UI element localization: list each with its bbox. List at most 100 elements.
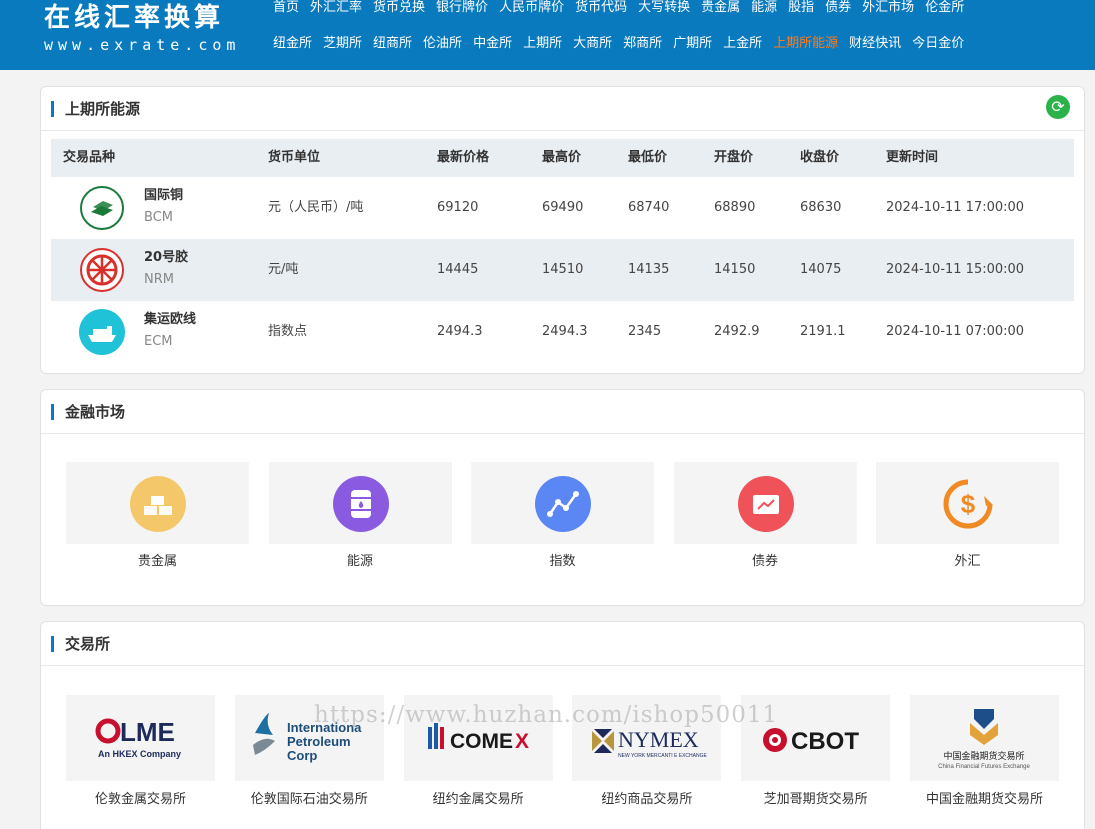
exchange-label[interactable]: 纽约金属交易所 (404, 788, 553, 807)
panel-header: 金融市场 (41, 390, 1084, 434)
nav-link[interactable]: 今日金价 (912, 36, 964, 52)
product-name[interactable]: 20号胶 (144, 249, 188, 267)
nav-link[interactable]: 外汇汇率 (310, 0, 362, 16)
column-header: 收盘价 (800, 150, 840, 165)
finance-market-panel: 金融市场 贵金属 能源 指数 债券 $ 外汇 (40, 389, 1085, 606)
market-tile-label[interactable]: 能源 (269, 550, 452, 569)
nav-link[interactable]: 上期所 (523, 36, 562, 52)
title-accent-bar (51, 101, 54, 117)
nav-link[interactable]: 能源 (751, 0, 777, 16)
currency-unit: 元/吨 (268, 262, 299, 277)
exchange-label[interactable]: 伦敦国际石油交易所 (235, 788, 384, 807)
product-code: NRM (144, 272, 174, 287)
nav-link[interactable]: 郑商所 (623, 36, 662, 52)
copper-bars-icon (79, 185, 125, 231)
exchange-tile[interactable]: 中国金融期货交易所 China Financial Futures Exchang… (910, 695, 1059, 781)
logo-url: www.exrate.com (44, 36, 241, 54)
svg-text:NEW YORK MERCANTI E EXCHANGE: NEW YORK MERCANTI E EXCHANGE (618, 753, 707, 759)
close-price: 14075 (800, 262, 842, 277)
exchange-label[interactable]: 伦敦金属交易所 (66, 788, 215, 807)
market-tile-label[interactable]: 外汇 (876, 550, 1059, 569)
table-header: 交易品种 货币单位 最新价格 最高价 最低价 开盘价 收盘价 更新时间 (51, 139, 1074, 177)
svg-text:中国金融期货交易所: 中国金融期货交易所 (943, 750, 1024, 762)
column-header: 货币单位 (268, 150, 321, 165)
refresh-icon[interactable]: ⟳ (1046, 95, 1070, 119)
nav-link[interactable]: 大写转换 (638, 0, 690, 16)
nav-link[interactable]: 上金所 (723, 36, 762, 52)
nav-link[interactable]: 纽商所 (373, 36, 412, 52)
column-header: 最低价 (628, 150, 668, 165)
panel-title: 金融市场 (65, 403, 126, 421)
nav-link[interactable]: 贵金属 (701, 0, 740, 16)
nav-link[interactable]: 纽金所 (273, 36, 312, 52)
exchange-tile[interactable]: LME An HKEX Company (66, 695, 215, 781)
currency-unit: 指数点 (268, 324, 308, 339)
trend-chart-icon (535, 476, 591, 532)
market-tile-gold-bars[interactable] (66, 462, 249, 544)
nav-link[interactable]: 伦金所 (925, 0, 964, 16)
panel-header: 交易所 (41, 622, 1084, 666)
svg-text:COME: COME (450, 730, 513, 753)
svg-text:X: X (515, 730, 529, 753)
nav-link[interactable]: 上期所能源 (773, 36, 838, 52)
market-tile-label[interactable]: 债券 (674, 550, 857, 569)
table-row: 20号胶 NRM 元/吨 14445 14510 14135 14150 14075 2024-… (51, 239, 1074, 301)
column-header: 最新价格 (437, 150, 490, 165)
title-accent-bar (51, 404, 54, 420)
title-accent-bar (51, 636, 54, 652)
table-row: 国际铜 BCM 元（人民币）/吨 69120 69490 68740 68890 68630 2… (51, 177, 1074, 239)
nav-link[interactable]: 首页 (273, 0, 299, 16)
oil-barrel-icon (332, 476, 389, 532)
svg-text:An HKEX Company: An HKEX Company (98, 749, 181, 759)
table-row: 集运欧线 ECM 指数点 2494.3 2494.3 2345 2492.9 2191.1 20… (51, 301, 1074, 363)
exchange-label[interactable]: 芝加哥期货交易所 (741, 788, 890, 807)
panel-title: 交易所 (65, 635, 111, 653)
nav-link[interactable]: 伦油所 (423, 36, 462, 52)
bond-certificate-icon (737, 476, 794, 532)
nav-link[interactable]: 人民币牌价 (499, 0, 564, 16)
rubber-wheel-icon (79, 247, 125, 293)
logo-title: 在线汇率换算 (44, 3, 225, 33)
nav-link[interactable]: 广期所 (673, 36, 712, 52)
exchange-label[interactable]: 中国金融期货交易所 (910, 788, 1059, 807)
update-time: 2024-10-11 17:00:00 (886, 200, 1025, 215)
column-header: 最高价 (542, 150, 582, 165)
nav-link[interactable]: 货币兑换 (373, 0, 425, 16)
nav-link[interactable]: 财经快讯 (849, 36, 901, 52)
svg-text:$: $ (961, 489, 976, 519)
ship-icon (79, 309, 125, 355)
market-tile-bond-certificate[interactable] (673, 462, 857, 544)
nav-link[interactable]: 中金所 (473, 36, 512, 52)
latest-price: 2494.3 (437, 324, 483, 339)
market-tile-label[interactable]: 指数 (471, 550, 654, 569)
nav-link[interactable]: 芝期所 (323, 36, 362, 52)
site-header: 在线汇率换算 www.exrate.com 首页 外汇汇率 货币兑换 银行牌价 人民币牌… (0, 0, 1095, 70)
high-price: 14510 (542, 262, 584, 277)
site-logo[interactable]: 在线汇率换算 www.exrate.com (44, 2, 264, 64)
nav-link[interactable]: 股指 (788, 0, 814, 16)
low-price: 14135 (628, 262, 670, 277)
svg-text:CBOT: CBOT (791, 728, 859, 755)
nav-link[interactable]: 债券 (825, 0, 851, 16)
currency-unit: 元（人民币）/吨 (268, 200, 364, 215)
market-tile-oil-barrel[interactable] (268, 462, 452, 544)
market-tile-trend-chart[interactable] (471, 462, 654, 544)
high-price: 2494.3 (542, 324, 588, 339)
nav-link[interactable]: 大商所 (573, 36, 612, 52)
panel-title: 上期所能源 (65, 100, 141, 118)
latest-price: 69120 (437, 200, 479, 215)
product-name[interactable]: 国际铜 (144, 187, 183, 205)
low-price: 2345 (628, 324, 662, 339)
svg-text:Petroleum: Petroleum (287, 734, 351, 749)
nav-link[interactable]: 货币代码 (575, 0, 627, 16)
product-name[interactable]: 集运欧线 (144, 311, 196, 329)
high-price: 69490 (542, 200, 584, 215)
market-tile-label[interactable]: 贵金属 (66, 550, 249, 569)
column-header: 更新时间 (886, 150, 939, 165)
market-tile-dollar-exchange[interactable]: $ (876, 462, 1059, 544)
svg-text:NYMEX: NYMEX (618, 727, 699, 752)
nav-link[interactable]: 外汇市场 (862, 0, 914, 16)
exchange-label[interactable]: 纽约商品交易所 (572, 788, 721, 807)
svg-text:China Financial Futures Exchan: China Financial Futures Exchange (938, 764, 1030, 770)
nav-link[interactable]: 银行牌价 (436, 0, 488, 16)
